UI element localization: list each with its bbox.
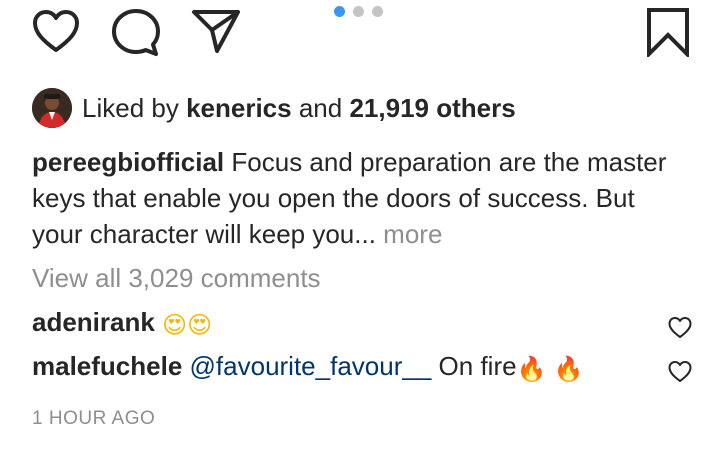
comment-bubble-icon[interactable] [111,8,161,58]
caption-more-link[interactable]: more [383,219,442,249]
liker-username[interactable]: kenerics [186,93,292,123]
post-caption: pereegbiofficial Focus and preparation a… [32,144,672,252]
comment-mention[interactable]: @favourite_favour__ [190,351,432,381]
post-timestamp: 1 HOUR AGO [32,408,156,429]
likes-summary: Liked by kenerics and 21,919 others [32,88,516,128]
liker-avatar[interactable] [32,88,72,128]
comment-username[interactable]: adenirank [32,307,155,337]
heart-eyes-emoji: 😍 [162,311,188,339]
fire-emoji: 🔥 [553,355,584,383]
comment-like-heart-icon[interactable] [668,310,692,350]
comment-row: malefuchele @favourite_favour__ On fire🔥… [32,346,692,386]
view-all-comments-link[interactable]: View all 3,029 comments [32,260,321,296]
liked-by-prefix: Liked by [82,93,179,123]
likes-text: Liked by kenerics and 21,919 others [82,88,516,128]
heart-eyes-emoji: 😍 [187,311,213,339]
post-action-bar [0,0,720,70]
carousel-indicator [334,6,383,17]
caption-username[interactable]: pereegbiofficial [32,147,224,177]
likes-connector: and [298,93,343,123]
likes-others-count[interactable]: 21,919 others [349,93,515,123]
carousel-dot [334,6,345,17]
comment-like-heart-icon[interactable] [668,354,692,394]
heart-outline-icon[interactable] [32,10,80,54]
bookmark-outline-icon[interactable] [646,7,690,57]
share-paper-plane-icon[interactable] [191,8,241,54]
carousel-dot [372,6,383,17]
comment-text: On fire [438,351,517,381]
comment-row: adenirank 😍😍 [32,302,692,342]
fire-emoji: 🔥 [516,355,547,383]
comment-username[interactable]: malefuchele [32,351,182,381]
carousel-dot [353,6,364,17]
